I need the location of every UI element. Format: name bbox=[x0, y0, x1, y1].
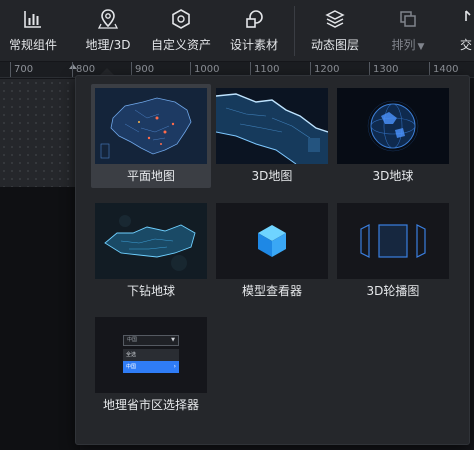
selector-preview-select: 中国 ▼ bbox=[123, 335, 179, 346]
3d-globe-thumbnail bbox=[337, 88, 449, 164]
option-label: 全选 bbox=[126, 352, 137, 358]
toolbar-label: 排列 bbox=[391, 38, 416, 52]
drilldown-map-icon bbox=[95, 203, 207, 279]
component-card-drilldown-globe[interactable]: 下钻地球 bbox=[91, 199, 211, 303]
map-pin-icon bbox=[97, 9, 119, 29]
toolbar-item-dynamic-layers[interactable]: 动态图层 bbox=[306, 0, 364, 62]
component-card-3d-globe[interactable]: 3D地球 bbox=[333, 84, 453, 188]
component-card-3d-map[interactable]: 3D地图 bbox=[212, 84, 332, 188]
component-card-3d-carousel[interactable]: 3D轮播图 bbox=[333, 199, 453, 303]
caret-down-icon: ▼ bbox=[417, 42, 425, 52]
toolbar-item-custom-assets[interactable]: 自定义资产 bbox=[148, 0, 214, 62]
option-label: 中国 bbox=[126, 364, 137, 370]
model-viewer-thumbnail bbox=[216, 203, 328, 279]
card-label: 下钻地球 bbox=[126, 284, 175, 298]
geo-3d-component-panel: 平面地图 3D地图 3D地球 下钻地球 模型查看器 3D轮播图 中国 ▼ 全选 … bbox=[75, 75, 470, 445]
toolbar-item-arrange[interactable]: 排列 ▼ bbox=[384, 0, 432, 62]
card-label: 3D地图 bbox=[251, 169, 293, 183]
toolbar-item-design-materials[interactable]: 设计素材 bbox=[226, 0, 282, 62]
toolbar-label: 动态图层 bbox=[310, 38, 359, 52]
china-map-icon bbox=[95, 88, 207, 164]
carousel-icon bbox=[337, 203, 449, 279]
arrange-icon bbox=[400, 11, 416, 27]
bar-chart-icon bbox=[24, 11, 41, 28]
interaction-icon bbox=[465, 10, 471, 21]
card-label: 地理省市区选择器 bbox=[102, 398, 199, 412]
toolbar-divider bbox=[294, 6, 295, 56]
selector-option: 全选 bbox=[123, 349, 179, 361]
chevron-right-icon: › bbox=[173, 363, 176, 370]
3d-carousel-thumbnail bbox=[337, 203, 449, 279]
cube-icon bbox=[216, 203, 328, 279]
3d-terrain-map-icon bbox=[216, 88, 328, 164]
toolbar-label: 交 bbox=[460, 38, 473, 52]
toolbar-label-with-caret: 排列 ▼ bbox=[392, 36, 425, 53]
shapes-icon bbox=[246, 10, 263, 28]
panel-pointer bbox=[100, 68, 114, 75]
card-label: 3D地球 bbox=[372, 169, 414, 183]
globe-icon bbox=[337, 88, 449, 164]
toolbar-label: 自定义资产 bbox=[150, 38, 211, 52]
top-toolbar: 常规组件 地理/3D 自定义资产 设计素材 动态图层 排列 ▼ 交 bbox=[0, 0, 474, 62]
toolbar-label: 设计素材 bbox=[229, 38, 278, 52]
selector-preview: 中国 ▼ 全选 中国 › bbox=[123, 335, 179, 373]
toolbar-label: 地理/3D bbox=[85, 38, 131, 52]
drilldown-globe-thumbnail bbox=[95, 203, 207, 279]
canvas-background bbox=[0, 187, 80, 450]
toolbar-item-interaction[interactable]: 交 bbox=[460, 0, 474, 62]
flat-map-thumbnail bbox=[95, 88, 207, 164]
selector-option-active: 中国 › bbox=[123, 361, 179, 373]
toolbar-label: 常规组件 bbox=[8, 38, 57, 52]
component-card-model-viewer[interactable]: 模型查看器 bbox=[212, 199, 332, 303]
card-label: 3D轮播图 bbox=[366, 284, 420, 298]
card-label: 模型查看器 bbox=[241, 284, 302, 298]
select-value: 中国 bbox=[127, 337, 138, 343]
toolbar-item-common-components[interactable]: 常规组件 bbox=[6, 0, 60, 62]
card-label: 平面地图 bbox=[126, 169, 175, 183]
3d-map-thumbnail bbox=[216, 88, 328, 164]
region-selector-thumbnail: 中国 ▼ 全选 中国 › bbox=[95, 317, 207, 393]
toolbar-item-geo-3d[interactable]: 地理/3D bbox=[80, 0, 136, 62]
component-card-flat-map[interactable]: 平面地图 bbox=[91, 84, 211, 188]
component-card-region-selector[interactable]: 中国 ▼ 全选 中国 › 地理省市区选择器 bbox=[91, 313, 211, 417]
layers-icon bbox=[325, 10, 345, 28]
ruler-tick: 700 bbox=[10, 62, 33, 77]
caret-down-icon: ▼ bbox=[171, 337, 175, 343]
hexagon-icon bbox=[172, 9, 190, 29]
